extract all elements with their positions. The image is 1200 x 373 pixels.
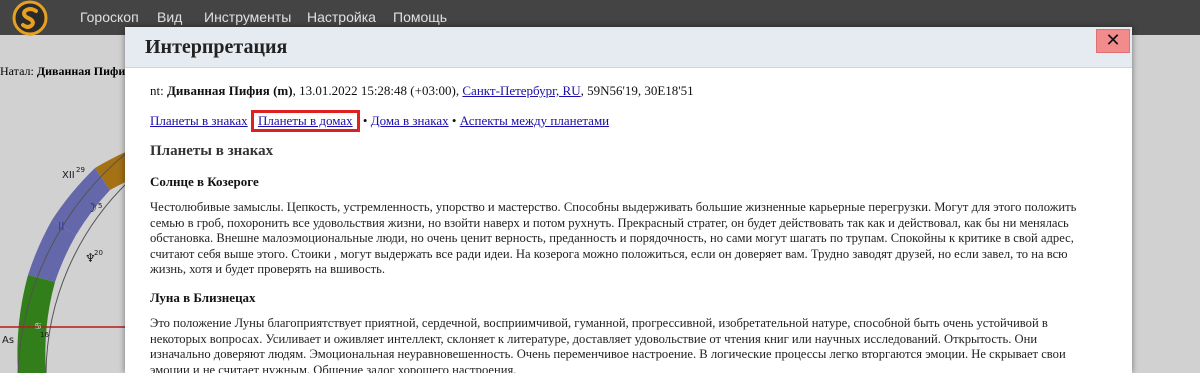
section-nav: Планеты в знаках Планеты в домах • Дома … (150, 110, 1090, 132)
app-logo-icon[interactable] (12, 0, 48, 36)
section-title: Планеты в знаках (150, 143, 274, 159)
chart-name: Диванная Пифия (m) (166, 83, 293, 98)
dialog-body: nt: Диванная Пифия (m), 13.01.2022 15:28… (150, 82, 1090, 373)
chart-datetime: , 13.01.2022 15:28:48 (+03:00), (292, 83, 463, 98)
close-button[interactable]: ✕ (1096, 29, 1130, 53)
chart-coords: , 59N56'19, 30E18'51 (580, 83, 694, 98)
entry-title: Луна в Близнецах (150, 289, 256, 305)
dialog-header: Интерпретация ✕ (125, 27, 1132, 68)
chart-info: nt: Диванная Пифия (m), 13.01.2022 15:28… (150, 82, 1090, 100)
nav-planets-in-houses[interactable]: Планеты в домах (258, 113, 353, 128)
nav-aspects[interactable]: Аспекты между планетами (460, 113, 609, 128)
menu-horoscope[interactable]: Гороскоп (80, 9, 139, 25)
nav-separator: • (451, 113, 457, 128)
menu-view[interactable]: Вид (157, 9, 182, 25)
chart-place-link[interactable]: Санкт-Петербург, RU (462, 83, 580, 98)
entry-title: Солнце в Козероге (150, 174, 259, 189)
chart-prefix: nt: (150, 83, 164, 98)
entry-text: Честолюбивые замыслы. Цепкость, устремле… (150, 200, 1077, 277)
nav-planets-in-signs[interactable]: Планеты в знаках (150, 113, 248, 128)
menu-tools[interactable]: Инструменты (204, 9, 291, 25)
menu-help[interactable]: Помощь (393, 9, 447, 25)
interpretation-dialog: Интерпретация ✕ nt: Диванная Пифия (m), … (125, 27, 1132, 373)
nav-planets-in-houses-highlight[interactable]: Планеты в домах (250, 110, 360, 132)
entry-text: Это положение Луны благоприятствует прия… (150, 315, 1066, 373)
nav-houses-in-signs[interactable]: Дома в знаках (371, 113, 449, 128)
nav-separator: • (362, 113, 368, 128)
dialog-title: Интерпретация (145, 36, 288, 58)
menu-settings[interactable]: Настройка (307, 9, 376, 25)
